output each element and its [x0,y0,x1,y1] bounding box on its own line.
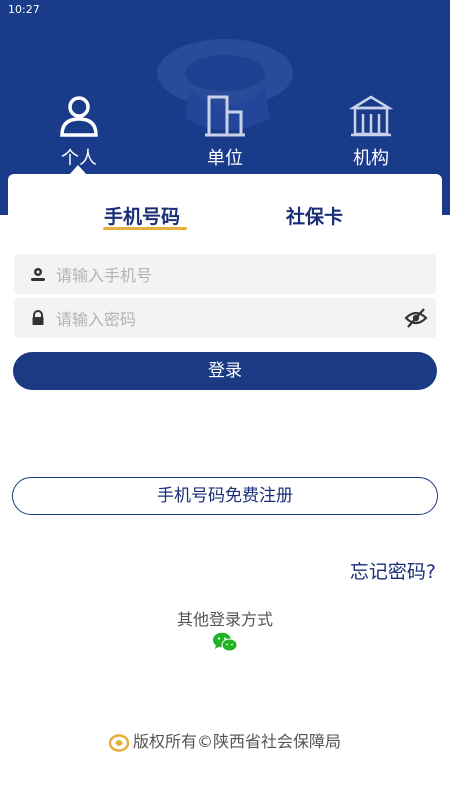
forgot-password-link[interactable]: 忘记密码? [350,557,436,584]
login-button[interactable]: 登录 [13,352,437,390]
role-personal[interactable]: 个人 [24,92,134,170]
tab-phone-number[interactable]: 手机号码 [104,202,180,229]
person-icon [60,96,98,137]
role-unit[interactable]: 单位 [170,92,280,170]
password-field[interactable]: 请输入密码 [14,298,436,338]
role-institution-label: 机构 [353,148,389,169]
tab-social-security-card[interactable]: 社保卡 [286,202,343,229]
footer-copyright: 版权所有©陕西省社会保障局 [0,728,450,752]
phone-placeholder: 请输入手机号 [56,266,153,285]
register-button[interactable]: 手机号码免费注册 [12,477,438,515]
hide-password-eye-icon[interactable] [404,307,428,329]
user-pin-icon [31,268,45,281]
ssb-logo-icon [108,733,129,752]
role-unit-label: 单位 [207,148,243,169]
wechat-icon[interactable] [212,632,238,652]
institution-icon [349,95,393,137]
footer-text: 版权所有©陕西省社会保障局 [132,732,341,751]
lock-icon [32,310,44,325]
status-time: 10:27 [8,3,40,16]
phone-field[interactable]: 请输入手机号 [14,254,436,294]
password-placeholder: 请输入密码 [56,310,137,329]
building-icon [205,95,245,137]
other-login-title: 其他登录方式 [176,610,273,629]
role-institution[interactable]: 机构 [316,92,426,170]
active-tab-underline [103,227,187,230]
